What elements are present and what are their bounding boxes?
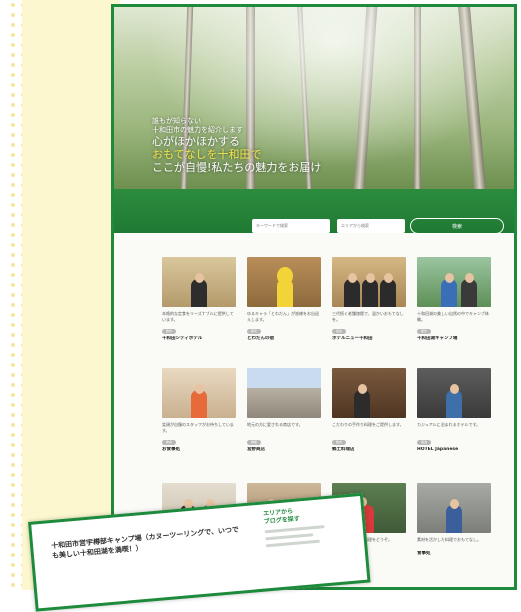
hero-line-2: 十和田市の魅力を紹介します: [152, 126, 243, 134]
card[interactable]: 地元の方に愛される商店です。 物販 宮野商店: [247, 368, 321, 453]
hero-line-4: おもてなしを十和田で: [152, 148, 262, 161]
card-tag: 宿泊: [332, 329, 346, 334]
card-title: ホテルニュー十和田: [332, 336, 373, 341]
sidebar-link[interactable]: [265, 533, 314, 541]
card-photo: [247, 368, 321, 418]
card[interactable]: 十和田湖の美しい自然の中でキャンプ体験。 観光 十和田湖キャンプ場: [417, 257, 491, 342]
card[interactable]: こだわりの手作り料理をご提供します。 飲食 郷土料理店: [332, 368, 406, 453]
dotted-edge: [8, 0, 22, 590]
card-photo: [247, 257, 321, 307]
card-photo: [332, 257, 406, 307]
card-tag: 飲食: [332, 440, 346, 445]
card-tag: 宿泊: [417, 440, 431, 445]
keyword-input[interactable]: キーワードで検索: [252, 219, 330, 233]
hero-line-5: ここが自慢!私たちの魅力をお届け: [152, 161, 322, 174]
card-description: 素材を活かした料理でおもてなし。: [417, 537, 481, 542]
hero-forest-image: 誰もが知らない 十和田市の魅力を紹介します 心がほかほかする おもてなしを十和田…: [114, 7, 514, 189]
card[interactable]: 素材を活かした料理でおもてなし。 食事処: [417, 483, 491, 557]
card-tag: 飲食: [162, 329, 176, 334]
card-photo: [417, 257, 491, 307]
card-title: お食事処: [162, 447, 180, 452]
card-title: 宮野商店: [247, 447, 265, 452]
card-description: 本格的な定食をリーズナブルに提供しています。: [162, 311, 234, 322]
card[interactable]: カジュアルに泊まれるホテルです。 宿泊 HOTEL Japanese: [417, 368, 491, 453]
card-title: 十和田シティホテル: [162, 336, 203, 341]
card-description: こだわりの手作り料理をご提供します。: [332, 422, 404, 427]
search-button[interactable]: 検索: [410, 218, 504, 234]
card-photo: [417, 483, 491, 533]
area-select[interactable]: エリアから検索: [337, 219, 405, 233]
card-description: 三代続く老舗旅館で、温かいおもてなしを。: [332, 311, 404, 322]
card-description: ゆるキャラ「とわだん」が皆様をお出迎えします。: [247, 311, 319, 322]
card[interactable]: 笑顔が自慢のスタッフがお待ちしています。 飲食 お食事処: [162, 368, 236, 453]
card-tag: 飲食: [162, 440, 176, 445]
card[interactable]: 本格的な定食をリーズナブルに提供しています。 飲食 十和田シティホテル: [162, 257, 236, 342]
yellow-margin: [22, 0, 120, 590]
card-tag: 観光: [247, 329, 261, 334]
card-photo: [162, 368, 236, 418]
card-title: 食事処: [417, 551, 431, 556]
card[interactable]: 三代続く老舗旅館で、温かいおもてなしを。 宿泊 ホテルニュー十和田: [332, 257, 406, 342]
card-photo: [332, 368, 406, 418]
card-tag: 物販: [247, 440, 261, 445]
card-title: 十和田湖キャンプ場: [417, 336, 458, 341]
card-tag: 観光: [417, 329, 431, 334]
hero-line-3: 心がほかほかする: [152, 135, 240, 148]
card-title: 郷土料理店: [332, 447, 355, 452]
sidebar-link[interactable]: [264, 525, 325, 534]
card-photo: [417, 368, 491, 418]
card-photo: [162, 257, 236, 307]
card-description: 十和田湖の美しい自然の中でキャンプ体験。: [417, 311, 489, 322]
card[interactable]: ゆるキャラ「とわだん」が皆様をお出迎えします。 観光 とわだんの宿: [247, 257, 321, 342]
card-description: 笑顔が自慢のスタッフがお待ちしています。: [162, 422, 234, 433]
blog-title: 十和田市営宇樽部キャンプ場（カヌーツーリングで、いつでも美しい十和田湖を満喫！）: [50, 525, 240, 561]
card-description: カジュアルに泊まれるホテルです。: [417, 422, 481, 427]
sidebar-link[interactable]: [265, 539, 320, 548]
card-title: HOTEL Japanese: [417, 447, 459, 452]
hero-line-1: 誰もが知らない: [152, 117, 201, 125]
card-title: とわだんの宿: [247, 336, 274, 341]
area-search-sidebar: エリアから ブログを探す: [263, 504, 346, 548]
hero-tagline: 誰もが知らない 十和田市の魅力を紹介します 心がほかほかする おもてなしを十和田…: [152, 117, 372, 174]
card-description: 地元の方に愛される商店です。: [247, 422, 303, 427]
